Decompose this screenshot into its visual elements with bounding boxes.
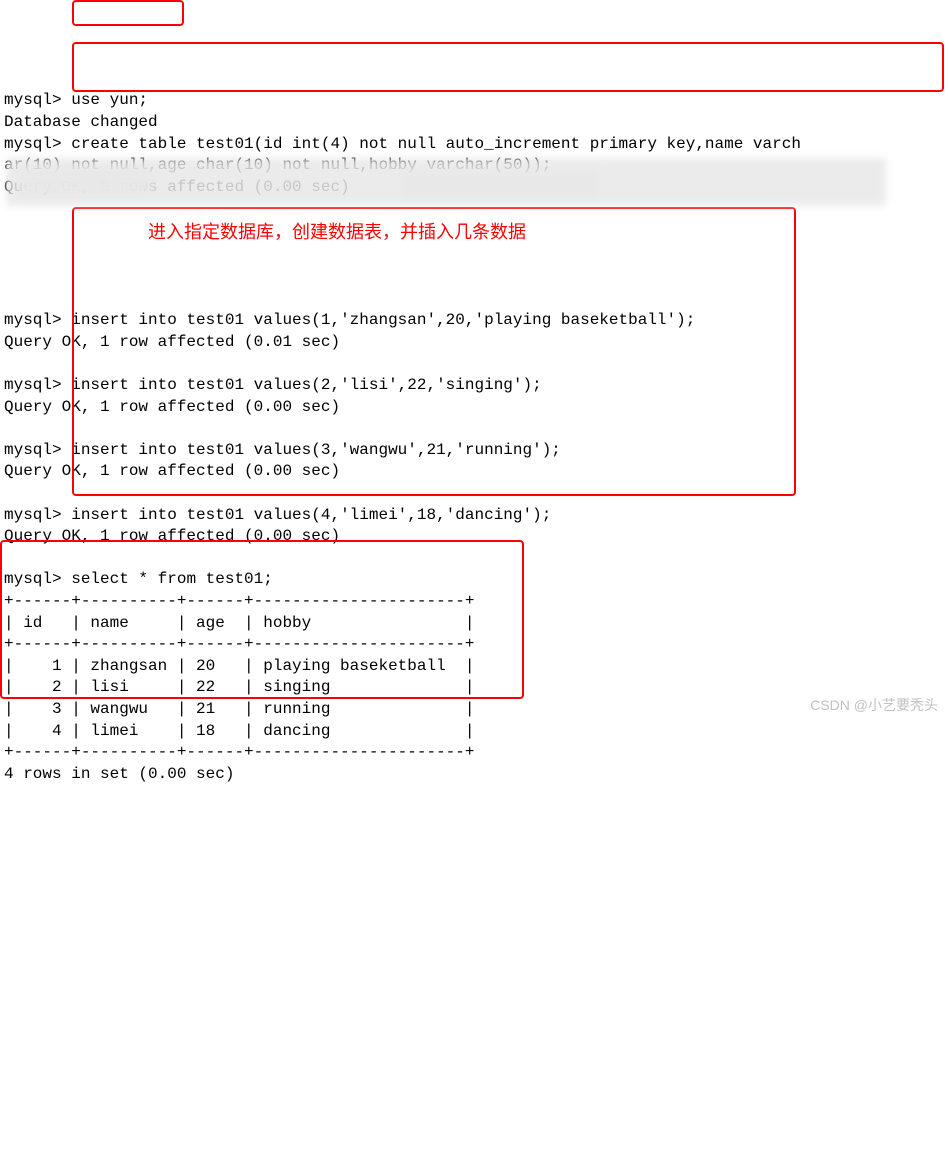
prompt: mysql> xyxy=(4,506,62,524)
cmd-use: use yun; xyxy=(71,91,148,109)
cmd-insert-4: insert into test01 values(4,'limei',18,'… xyxy=(71,506,551,524)
smudge xyxy=(400,172,600,198)
cmd-create-l1: create table test01(id int(4) not null a… xyxy=(71,135,801,153)
table-row: | 3 | wangwu | 21 | running | xyxy=(4,700,474,718)
cmd-insert-3: insert into test01 values(3,'wangwu',21,… xyxy=(71,441,561,459)
table-row: | 1 | zhangsan | 20 | playing baseketbal… xyxy=(4,657,474,675)
resp-use: Database changed xyxy=(4,113,158,131)
table-header: | id | name | age | hobby | xyxy=(4,614,474,632)
cmd-select: select * from test01; xyxy=(71,570,273,588)
cmd-insert-2: insert into test01 values(2,'lisi',22,'s… xyxy=(71,376,541,394)
smudge xyxy=(20,168,150,196)
watermark: CSDN @小艺要秃头 xyxy=(810,696,938,715)
table-row: | 2 | lisi | 22 | singing | xyxy=(4,678,474,696)
select-footer: 4 rows in set (0.00 sec) xyxy=(4,765,234,783)
prompt: mysql> xyxy=(4,311,62,329)
prompt: mysql> xyxy=(4,441,62,459)
resp-insert-3: Query OK, 1 row affected (0.00 sec) xyxy=(4,462,340,480)
prompt: mysql> xyxy=(4,376,62,394)
table-divider: +------+----------+------+--------------… xyxy=(4,743,474,761)
highlight-box-create xyxy=(72,42,944,92)
annotation-text: 进入指定数据库，创建数据表，并插入几条数据 xyxy=(148,222,526,242)
prompt: mysql> xyxy=(4,135,62,153)
table-divider: +------+----------+------+--------------… xyxy=(4,592,474,610)
resp-insert-2: Query OK, 1 row affected (0.00 sec) xyxy=(4,398,340,416)
resp-insert-4: Query OK, 1 row affected (0.00 sec) xyxy=(4,527,340,545)
resp-insert-1: Query OK, 1 row affected (0.01 sec) xyxy=(4,333,340,351)
cmd-insert-1: insert into test01 values(1,'zhangsan',2… xyxy=(71,311,695,329)
table-divider: +------+----------+------+--------------… xyxy=(4,635,474,653)
table-row: | 4 | limei | 18 | dancing | xyxy=(4,722,474,740)
highlight-box-use xyxy=(72,0,184,26)
prompt: mysql> xyxy=(4,91,62,109)
prompt: mysql> xyxy=(4,570,62,588)
